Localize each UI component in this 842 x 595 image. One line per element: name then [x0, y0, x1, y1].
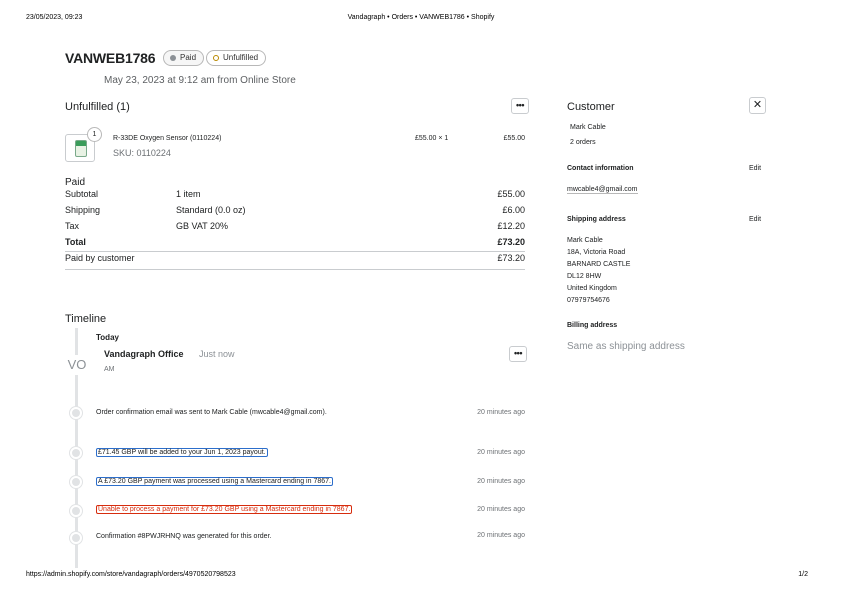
summary-row-tax: Tax GB VAT 20% £12.20: [65, 221, 525, 235]
timeline-event-payout-toggle[interactable]: £71.45 GBP will be added to your Jun 1, …: [96, 448, 268, 457]
unfulfilled-badge-label: Unfulfilled: [223, 53, 259, 62]
print-footer: https://admin.shopify.com/store/vandagra…: [0, 571, 842, 581]
timeline-event-time: 20 minutes ago: [477, 532, 525, 539]
timeline-event-text: Confirmation #8PWJRHNQ was generated for…: [96, 533, 272, 540]
print-page-number: 1/2: [798, 571, 808, 578]
timeline-dot-icon: [70, 532, 82, 544]
summary-row-total: Total £73.20: [65, 237, 525, 251]
address-line: 07979754676: [567, 297, 610, 304]
summary-row-shipping: Shipping Standard (0.0 oz) £6.00: [65, 205, 525, 219]
print-url: https://admin.shopify.com/store/vandagra…: [26, 571, 236, 578]
timeline-dot-icon: [70, 476, 82, 488]
timeline-dot-icon: [70, 447, 82, 459]
address-line: Mark Cable: [567, 237, 603, 244]
timeline-dot-icon: [70, 505, 82, 517]
summary-label: Subtotal: [65, 189, 99, 199]
summary-label: Tax: [65, 221, 80, 231]
summary-row-subtotal: Subtotal 1 item £55.00: [65, 189, 525, 203]
fulfillment-more-button[interactable]: •••: [511, 98, 529, 114]
timeline-dot-icon: [70, 407, 82, 419]
summary-divider: [65, 269, 525, 270]
unfulfilled-status-dot-icon: [213, 55, 219, 61]
product-line-total: £55.00: [503, 135, 525, 142]
comment-author: Vandagraph Office: [104, 349, 184, 359]
paid-status-dot-icon: [170, 55, 176, 61]
avatar: VO: [62, 355, 92, 375]
timeline-event-time: 20 minutes ago: [477, 506, 525, 513]
paid-badge: Paid: [163, 50, 205, 66]
fulfillment-title: Unfulfilled (1): [65, 101, 130, 113]
product-price-quantity: £55.00 × 1: [415, 135, 449, 142]
address-line: 18A, Victoria Road: [567, 249, 626, 256]
timeline-day-label: Today: [96, 333, 119, 342]
timeline-event-time: 20 minutes ago: [477, 478, 525, 485]
timeline-event-time: 20 minutes ago: [477, 449, 525, 456]
close-icon: ✕: [752, 99, 763, 111]
timeline-event-time: 20 minutes ago: [477, 409, 525, 416]
timeline-event-text: Order confirmation email was sent to Mar…: [96, 409, 327, 416]
shipping-address-label: Shipping address: [567, 216, 626, 223]
timeline-event-payment-error-toggle[interactable]: Unable to process a payment for £73.20 G…: [96, 505, 353, 514]
timeline-title: Timeline: [65, 313, 107, 325]
order-subtitle: May 23, 2023 at 9:12 am from Online Stor…: [104, 75, 296, 86]
address-line: BARNARD CASTLE: [567, 261, 631, 268]
paid-badge-label: Paid: [180, 53, 197, 62]
customer-email-link[interactable]: mwcable4@gmail.com: [567, 186, 638, 194]
summary-amount: £73.20: [497, 237, 525, 247]
product-image: [75, 140, 87, 157]
customer-orders-link[interactable]: 2 orders: [570, 139, 596, 146]
customer-title: Customer: [567, 101, 615, 113]
summary-desc: Standard (0.0 oz): [176, 205, 246, 215]
summary-desc: GB VAT 20%: [176, 221, 229, 231]
address-line: United Kingdom: [567, 285, 617, 292]
summary-amount: £6.00: [502, 205, 525, 215]
summary-label: Paid by customer: [65, 253, 135, 263]
summary-label: Shipping: [65, 205, 101, 215]
comment-more-button[interactable]: •••: [509, 346, 527, 362]
print-page-title: Vandagraph • Orders • VANWEB1786 • Shopi…: [347, 14, 495, 21]
remove-customer-button[interactable]: ✕: [749, 97, 766, 114]
contact-information-label: Contact information: [567, 165, 634, 172]
summary-amount: £73.20: [497, 253, 525, 263]
edit-contact-link[interactable]: Edit: [749, 165, 761, 172]
timeline-event-payment-toggle[interactable]: A £73.20 GBP payment was processed using…: [96, 477, 333, 486]
summary-desc: 1 item: [176, 189, 201, 199]
unfulfilled-badge: Unfulfilled: [206, 50, 267, 66]
print-header: 23/05/2023, 09:23 Vandagraph • Orders • …: [0, 14, 842, 24]
edit-shipping-link[interactable]: Edit: [749, 216, 761, 223]
order-title: VANWEB1786: [65, 50, 156, 66]
summary-label: Total: [65, 237, 86, 247]
address-line: DL12 8HW: [567, 273, 602, 280]
billing-address-label: Billing address: [567, 322, 618, 329]
quantity-badge: 1: [87, 127, 102, 142]
summary-amount: £55.00: [497, 189, 525, 199]
comment-ampm: AM: [104, 366, 115, 373]
product-sku: SKU: 0110224: [113, 148, 171, 158]
payment-title: Paid: [65, 177, 86, 188]
comment-time: Just now: [199, 349, 235, 359]
product-name-link[interactable]: R-33DE Oxygen Sensor (0110224): [113, 135, 221, 142]
summary-amount: £12.20: [497, 221, 525, 231]
billing-address-value: Same as shipping address: [567, 341, 685, 352]
summary-row-paid-by-customer: Paid by customer £73.20: [65, 253, 525, 267]
summary-divider: [65, 251, 525, 252]
customer-name-link[interactable]: Mark Cable: [570, 124, 606, 131]
